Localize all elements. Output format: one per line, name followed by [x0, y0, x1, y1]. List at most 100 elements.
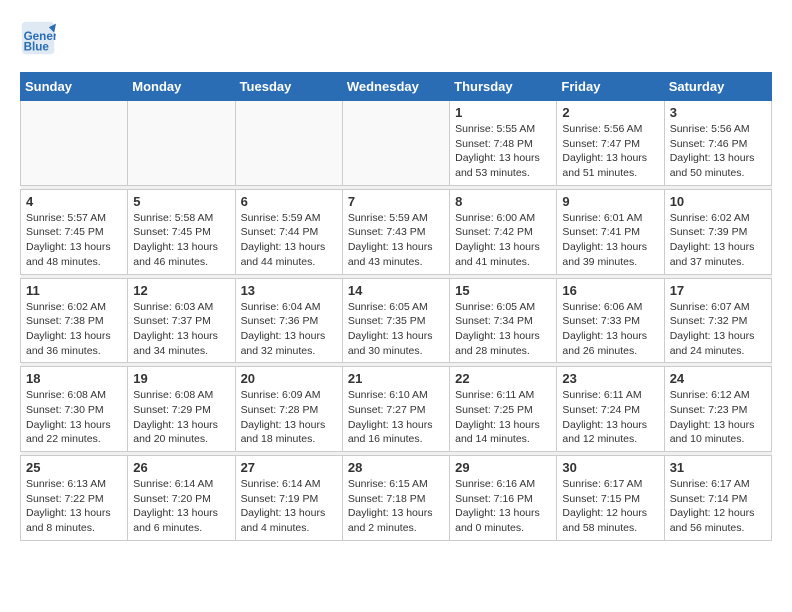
calendar-week-1: 1 Sunrise: 5:55 AM Sunset: 7:48 PM Daylig… [21, 101, 772, 186]
calendar-cell: 18 Sunrise: 6:08 AM Sunset: 7:30 PM Dayli… [21, 367, 128, 452]
day-number: 4 [26, 194, 122, 209]
day-number: 23 [562, 371, 658, 386]
calendar-cell: 30 Sunrise: 6:17 AM Sunset: 7:15 PM Dayli… [557, 456, 664, 541]
day-info: Sunrise: 6:07 AM Sunset: 7:32 PM Dayligh… [670, 300, 766, 359]
day-info: Sunrise: 6:17 AM Sunset: 7:15 PM Dayligh… [562, 477, 658, 536]
day-info: Sunrise: 6:06 AM Sunset: 7:33 PM Dayligh… [562, 300, 658, 359]
day-number: 11 [26, 283, 122, 298]
day-number: 16 [562, 283, 658, 298]
calendar-cell: 9 Sunrise: 6:01 AM Sunset: 7:41 PM Daylig… [557, 189, 664, 274]
calendar-cell: 24Sunrise: 6:12 AM Sunset: 7:23 PM Dayli… [664, 367, 771, 452]
calendar-cell: 23 Sunrise: 6:11 AM Sunset: 7:24 PM Dayli… [557, 367, 664, 452]
calendar-cell [342, 101, 449, 186]
day-number: 8 [455, 194, 551, 209]
calendar-cell: 7 Sunrise: 5:59 AM Sunset: 7:43 PM Daylig… [342, 189, 449, 274]
calendar-cell: 29 Sunrise: 6:16 AM Sunset: 7:16 PM Dayli… [450, 456, 557, 541]
day-number: 15 [455, 283, 551, 298]
calendar-table: SundayMondayTuesdayWednesdayThursdayFrid… [20, 72, 772, 541]
calendar-cell: 4 Sunrise: 5:57 AM Sunset: 7:45 PM Daylig… [21, 189, 128, 274]
day-info: Sunrise: 5:56 AM Sunset: 7:47 PM Dayligh… [562, 122, 658, 181]
calendar-cell: 14Sunrise: 6:05 AM Sunset: 7:35 PM Dayli… [342, 278, 449, 363]
day-number: 13 [241, 283, 337, 298]
logo-icon: General Blue [20, 20, 56, 56]
calendar-cell: 10 Sunrise: 6:02 AM Sunset: 7:39 PM Dayli… [664, 189, 771, 274]
day-info: Sunrise: 6:08 AM Sunset: 7:29 PM Dayligh… [133, 388, 229, 447]
calendar-cell: 21Sunrise: 6:10 AM Sunset: 7:27 PM Dayli… [342, 367, 449, 452]
day-number: 17 [670, 283, 766, 298]
calendar-cell: 19 Sunrise: 6:08 AM Sunset: 7:29 PM Dayli… [128, 367, 235, 452]
day-info: Sunrise: 5:56 AM Sunset: 7:46 PM Dayligh… [670, 122, 766, 181]
calendar-cell: 5 Sunrise: 5:58 AM Sunset: 7:45 PM Daylig… [128, 189, 235, 274]
day-number: 20 [241, 371, 337, 386]
column-header-monday: Monday [128, 73, 235, 101]
day-info: Sunrise: 5:57 AM Sunset: 7:45 PM Dayligh… [26, 211, 122, 270]
day-info: Sunrise: 6:08 AM Sunset: 7:30 PM Dayligh… [26, 388, 122, 447]
day-number: 24 [670, 371, 766, 386]
day-info: Sunrise: 6:02 AM Sunset: 7:38 PM Dayligh… [26, 300, 122, 359]
day-info: Sunrise: 6:05 AM Sunset: 7:34 PM Dayligh… [455, 300, 551, 359]
column-header-friday: Friday [557, 73, 664, 101]
day-number: 3 [670, 105, 766, 120]
column-header-sunday: Sunday [21, 73, 128, 101]
day-number: 10 [670, 194, 766, 209]
calendar-cell: 22 Sunrise: 6:11 AM Sunset: 7:25 PM Dayli… [450, 367, 557, 452]
day-info: Sunrise: 5:55 AM Sunset: 7:48 PM Dayligh… [455, 122, 551, 181]
calendar-cell: 8 Sunrise: 6:00 AM Sunset: 7:42 PM Daylig… [450, 189, 557, 274]
day-number: 18 [26, 371, 122, 386]
calendar-header-row: SundayMondayTuesdayWednesdayThursdayFrid… [21, 73, 772, 101]
day-info: Sunrise: 6:03 AM Sunset: 7:37 PM Dayligh… [133, 300, 229, 359]
day-number: 14 [348, 283, 444, 298]
day-number: 31 [670, 460, 766, 475]
calendar-cell [128, 101, 235, 186]
day-number: 7 [348, 194, 444, 209]
calendar-week-4: 18 Sunrise: 6:08 AM Sunset: 7:30 PM Dayli… [21, 367, 772, 452]
day-info: Sunrise: 6:02 AM Sunset: 7:39 PM Dayligh… [670, 211, 766, 270]
calendar-cell: 3 Sunrise: 5:56 AM Sunset: 7:46 PM Daylig… [664, 101, 771, 186]
day-info: Sunrise: 6:01 AM Sunset: 7:41 PM Dayligh… [562, 211, 658, 270]
calendar-cell: 13 Sunrise: 6:04 AM Sunset: 7:36 PM Dayli… [235, 278, 342, 363]
day-number: 22 [455, 371, 551, 386]
day-number: 5 [133, 194, 229, 209]
day-info: Sunrise: 6:04 AM Sunset: 7:36 PM Dayligh… [241, 300, 337, 359]
calendar-cell: 6Sunrise: 5:59 AM Sunset: 7:44 PM Daylig… [235, 189, 342, 274]
day-info: Sunrise: 6:09 AM Sunset: 7:28 PM Dayligh… [241, 388, 337, 447]
day-info: Sunrise: 5:58 AM Sunset: 7:45 PM Dayligh… [133, 211, 229, 270]
day-number: 12 [133, 283, 229, 298]
calendar-cell: 27 Sunrise: 6:14 AM Sunset: 7:19 PM Dayli… [235, 456, 342, 541]
day-number: 30 [562, 460, 658, 475]
calendar-cell [21, 101, 128, 186]
calendar-cell: 20 Sunrise: 6:09 AM Sunset: 7:28 PM Dayli… [235, 367, 342, 452]
day-number: 6 [241, 194, 337, 209]
day-number: 29 [455, 460, 551, 475]
day-info: Sunrise: 6:14 AM Sunset: 7:20 PM Dayligh… [133, 477, 229, 536]
day-info: Sunrise: 6:00 AM Sunset: 7:42 PM Dayligh… [455, 211, 551, 270]
day-number: 1 [455, 105, 551, 120]
svg-text:Blue: Blue [24, 41, 50, 54]
calendar-cell: 1 Sunrise: 5:55 AM Sunset: 7:48 PM Daylig… [450, 101, 557, 186]
column-header-tuesday: Tuesday [235, 73, 342, 101]
calendar-week-5: 25Sunrise: 6:13 AM Sunset: 7:22 PM Dayli… [21, 456, 772, 541]
calendar-cell: 2 Sunrise: 5:56 AM Sunset: 7:47 PM Daylig… [557, 101, 664, 186]
day-number: 28 [348, 460, 444, 475]
calendar-cell [235, 101, 342, 186]
day-number: 27 [241, 460, 337, 475]
logo: General Blue [20, 20, 62, 56]
day-info: Sunrise: 6:11 AM Sunset: 7:25 PM Dayligh… [455, 388, 551, 447]
day-info: Sunrise: 5:59 AM Sunset: 7:43 PM Dayligh… [348, 211, 444, 270]
calendar-cell: 28Sunrise: 6:15 AM Sunset: 7:18 PM Dayli… [342, 456, 449, 541]
day-info: Sunrise: 6:14 AM Sunset: 7:19 PM Dayligh… [241, 477, 337, 536]
calendar-week-2: 4 Sunrise: 5:57 AM Sunset: 7:45 PM Daylig… [21, 189, 772, 274]
day-number: 2 [562, 105, 658, 120]
day-info: Sunrise: 6:16 AM Sunset: 7:16 PM Dayligh… [455, 477, 551, 536]
page-header: General Blue [20, 20, 772, 56]
day-number: 26 [133, 460, 229, 475]
day-info: Sunrise: 6:17 AM Sunset: 7:14 PM Dayligh… [670, 477, 766, 536]
calendar-cell: 31 Sunrise: 6:17 AM Sunset: 7:14 PM Dayli… [664, 456, 771, 541]
day-number: 19 [133, 371, 229, 386]
day-info: Sunrise: 6:13 AM Sunset: 7:22 PM Dayligh… [26, 477, 122, 536]
day-number: 9 [562, 194, 658, 209]
calendar-cell: 15 Sunrise: 6:05 AM Sunset: 7:34 PM Dayli… [450, 278, 557, 363]
calendar-cell: 11 Sunrise: 6:02 AM Sunset: 7:38 PM Dayli… [21, 278, 128, 363]
day-number: 21 [348, 371, 444, 386]
day-info: Sunrise: 6:11 AM Sunset: 7:24 PM Dayligh… [562, 388, 658, 447]
